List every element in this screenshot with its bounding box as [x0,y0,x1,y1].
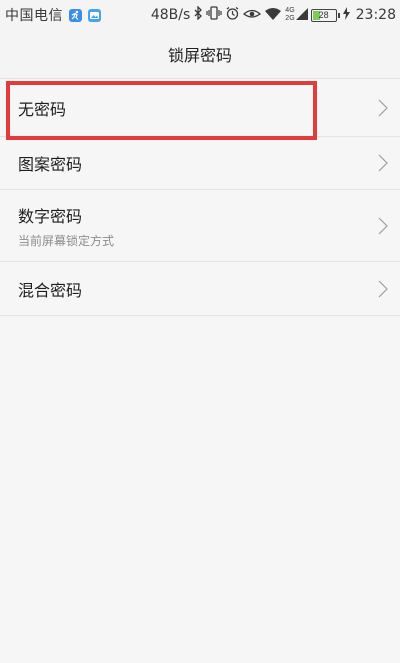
vibrate-icon [206,6,222,24]
chevron-right-icon [378,217,388,234]
option-text: 无密码 [18,96,66,120]
network-speed: 48B/s [150,7,191,23]
option-text: 数字密码 当前屏幕锁定方式 [18,203,114,249]
battery-level: 28 [318,9,329,20]
lock-type-list: 无密码 图案密码 数字密码 当前屏幕锁定方式 混合密码 [0,79,400,316]
clock: 23:28 [355,7,396,23]
network-type-bottom: 2G [285,15,295,22]
option-label: 图案密码 [18,155,83,174]
carrier-name: 中国电信 [5,8,63,24]
option-label: 混合密码 [18,280,83,300]
option-text: 混合密码 [18,277,82,301]
eye-comfort-icon [243,7,262,24]
title-bar: 锁屏密码 [0,30,400,79]
option-no-password[interactable]: 无密码 [0,79,400,137]
battery-icon: 28 [310,8,337,22]
chevron-right-icon [378,99,388,116]
option-label: 数字密码 [18,206,83,226]
chevron-right-icon [378,280,388,297]
network-type-top: 4G [285,7,295,14]
charging-icon [342,6,350,24]
option-pin-password[interactable]: 数字密码 当前屏幕锁定方式 [0,190,400,262]
option-label: 无密码 [18,99,67,119]
chevron-right-icon [378,154,388,172]
wifi-icon [264,7,282,24]
signal-icon [295,7,308,24]
running-app-icon [69,8,82,22]
gallery-app-icon [88,8,101,22]
option-mixed-password[interactable]: 混合密码 [0,262,400,316]
option-subtitle: 当前屏幕锁定方式 [18,233,115,248]
status-bar-right: 48B/s 4G 2G 28 23:28 [151,0,396,30]
option-pattern-password[interactable]: 图案密码 [0,137,400,190]
network-type: 4G 2G [285,7,294,23]
option-text: 图案密码 [18,151,82,175]
status-bar: 中国电信 48B/s 4G 2G 28 23:28 [0,0,400,30]
battery-cap [337,12,340,18]
alarm-clock-icon [225,6,240,25]
status-bar-left: 中国电信 [5,0,101,30]
page-title: 锁屏密码 [167,46,232,65]
bluetooth-icon [194,5,203,24]
